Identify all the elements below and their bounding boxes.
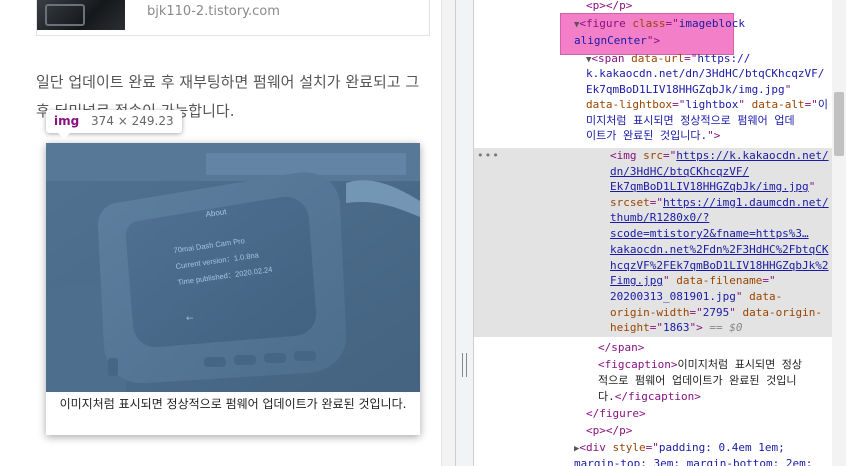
dom-node-p2[interactable]: <p></p> (586, 423, 632, 439)
dom-node-figure-close[interactable]: </figure> (586, 406, 646, 422)
figure-image-block: About 70mai Dash Cam Pro Current version… (46, 143, 420, 435)
dom-attr-line: Fimg.jpg" data-filename=" (610, 274, 776, 287)
dom-attr-line: srcset="https://img1.daumcdn.net/ (610, 196, 829, 209)
grip-line (466, 353, 467, 377)
dom-node-p[interactable]: <p></p> (586, 0, 632, 14)
dom-text-line: 적으로 펌웨어 업데이트가 완료된 것입니 (598, 374, 797, 387)
link-preview-card[interactable]: bjk110-2.tistory.com (36, 0, 430, 36)
devtools-elements-panel: ••• <p></p> ▼<figure class="imageblock a… (474, 0, 853, 466)
tooltip-tag: img (54, 114, 80, 128)
dashcam-photo-art: About 70mai Dash Cam Pro Current version… (46, 143, 420, 392)
node-actions-dots[interactable]: ••• (477, 148, 500, 164)
dashcam-photo[interactable]: About 70mai Dash Cam Pro Current version… (46, 143, 420, 392)
dom-attr-line: hcqzVF%2FEk7qmBoD1LIV18HHGZqbJk%2 (610, 259, 829, 272)
dom-attr-line: k.kakaocdn.net/dn/3HdHC/btqCKhcqzVF/ (586, 67, 825, 80)
inspect-tooltip: img 374 × 249.23 (46, 110, 182, 139)
dom-attr-line: 미지처럼 표시되면 정상적으로 펌웨어 업데 (586, 114, 795, 127)
dom-attr-line: margin-top: 3em; margin-bottom: 2em; (574, 457, 813, 466)
svg-text:←: ← (186, 314, 194, 324)
dom-attr-line: origin-width="2795" data-origin- (610, 306, 822, 319)
dom-attr-line: Ek7qmBoD1LIV18HHGZqbJk/img.jpg" (610, 180, 816, 193)
devtools-scrollbar-thumb[interactable] (834, 92, 844, 156)
blog-pane: bjk110-2.tistory.com 일단 업데이트 완료 후 재부팅하면 … (0, 0, 455, 466)
grip-line (462, 353, 463, 377)
pane-resize-handle[interactable] (455, 0, 474, 466)
dom-node-span-close[interactable]: </span> (598, 340, 644, 356)
dom-attr-line: 20200313_081901.jpg" data- (610, 290, 783, 303)
dom-node-div[interactable]: ▶<div style="padding: 0.4em 1em; (574, 440, 785, 458)
dom-node-figure-cont[interactable]: alignCenter"> (574, 33, 660, 49)
dom-attr-line: Ek7qmBoD1LIV18HHGZqbJk/img.jpg" (586, 83, 792, 96)
dom-text-line: 다.</figcaption> (598, 390, 701, 403)
blog-scrollbar[interactable] (441, 0, 455, 466)
dom-node-figcaption[interactable]: <figcaption>이미지처럼 표시되면 정상 (598, 357, 802, 373)
dom-node-figure[interactable]: ▼<figure class="imageblock (574, 16, 745, 34)
dom-attr-line: kakaocdn.net%2Fdn%2F3HdHC%2FbtqCK (610, 243, 829, 256)
dom-attr-line: thumb/R1280x0/? (610, 211, 710, 224)
tooltip-dimensions: 374 × 249.23 (91, 114, 174, 128)
dom-node-img-selected[interactable]: <img src="https://k.kakaocdn.net/ (610, 148, 829, 164)
dom-attr-line: 이트가 완료된 것입니다."> (586, 129, 721, 142)
figure-caption: 이미지처럼 표시되면 정상적으로 펌웨어 업데이트가 완료된 것입니다. (59, 397, 407, 411)
devtools-scrollbar[interactable] (832, 0, 846, 466)
dom-attr-line: height="1863"> == $0 (610, 321, 743, 334)
dom-attr-line: scode=mtistory2&fname=https%3… (610, 227, 809, 240)
dom-attr-line: dn/3HdHC/btqCKhcqzVF/ (610, 165, 750, 178)
link-url[interactable]: bjk110-2.tistory.com (147, 4, 280, 19)
dom-attr-line: data-lightbox="lightbox" data-alt="이 (586, 98, 828, 111)
link-thumbnail (37, 0, 125, 30)
